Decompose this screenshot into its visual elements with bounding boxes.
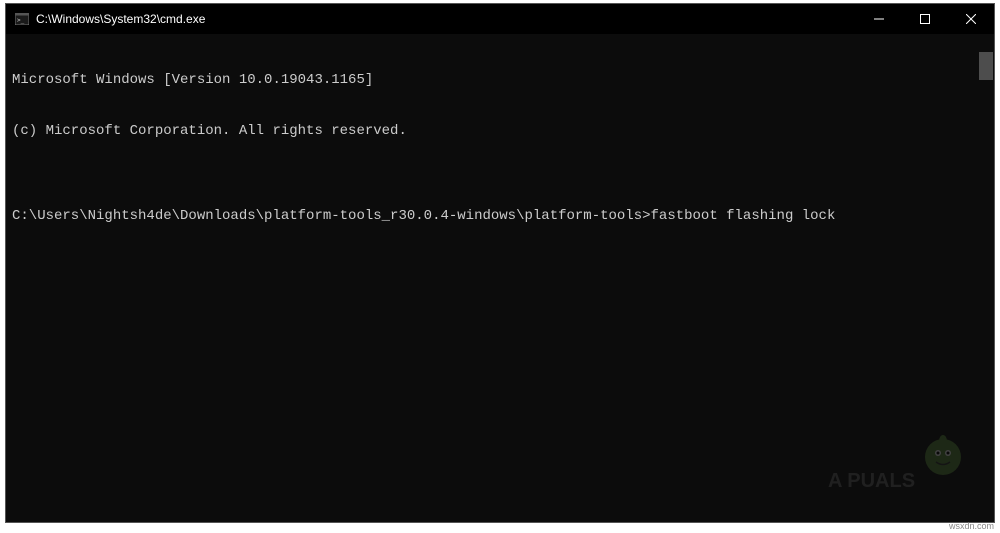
close-button[interactable] — [948, 4, 994, 34]
maximize-button[interactable] — [902, 4, 948, 34]
minimize-button[interactable] — [856, 4, 902, 34]
cmd-window: >_ C:\Windows\System32\cmd.exe Microsoft… — [5, 3, 995, 523]
window-title: C:\Windows\System32\cmd.exe — [36, 12, 205, 26]
scrollbar-thumb[interactable] — [979, 52, 993, 80]
terminal-prompt-line: C:\Users\Nightsh4de\Downloads\platform-t… — [12, 208, 988, 225]
svg-text:>_: >_ — [17, 17, 25, 24]
prompt-path: C:\Users\Nightsh4de\Downloads\platform-t… — [12, 208, 651, 224]
scrollbar-track[interactable] — [978, 34, 994, 522]
terminal-line: (c) Microsoft Corporation. All rights re… — [12, 123, 988, 140]
terminal-body[interactable]: Microsoft Windows [Version 10.0.19043.11… — [6, 34, 994, 522]
titlebar[interactable]: >_ C:\Windows\System32\cmd.exe — [6, 4, 994, 34]
source-attribution: wsxdn.com — [949, 521, 994, 531]
terminal-content: Microsoft Windows [Version 10.0.19043.11… — [6, 34, 994, 263]
window-controls — [856, 4, 994, 34]
titlebar-left: >_ C:\Windows\System32\cmd.exe — [6, 11, 205, 27]
svg-text:A PUALS: A PUALS — [828, 470, 915, 492]
cmd-icon: >_ — [14, 11, 30, 27]
typed-command: fastboot flashing lock — [651, 208, 836, 224]
terminal-line: Microsoft Windows [Version 10.0.19043.11… — [12, 72, 988, 89]
watermark-logo: A PUALS — [828, 429, 968, 504]
